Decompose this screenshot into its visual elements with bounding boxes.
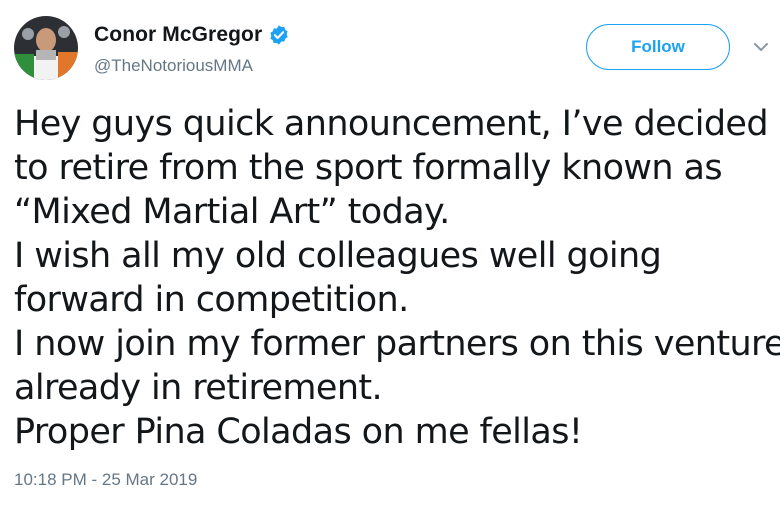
tweet-line: to retire from the sport formally known … (14, 148, 723, 188)
tweet-line: I wish all my old colleagues well going (14, 236, 662, 276)
tweet-line: Hey guys quick announcement, I’ve decide… (14, 104, 769, 144)
display-name[interactable]: Conor McGregor (94, 23, 262, 47)
tweet-timestamp[interactable]: 10:18 PM - 25 Mar 2019 (14, 470, 197, 490)
user-handle[interactable]: @TheNotoriousMMA (94, 56, 253, 76)
chevron-down-icon[interactable] (752, 40, 770, 54)
tweet-line: already in retirement. (14, 368, 383, 408)
name-row: Conor McGregor (94, 23, 290, 47)
tweet-line: Proper Pina Coladas on me fellas! (14, 412, 583, 452)
verified-badge-icon (268, 24, 290, 46)
tweet-line: “Mixed Martial Art” today. (14, 192, 450, 232)
tweet-text: Hey guys quick announcement, I’ve decide… (14, 102, 780, 454)
tweet-card: Conor McGregor @TheNotoriousMMA Follow H… (0, 0, 780, 508)
avatar[interactable] (14, 16, 78, 80)
tweet-line: I now join my former partners on this ve… (14, 324, 780, 364)
tweet-line: forward in competition. (14, 280, 409, 320)
follow-button[interactable]: Follow (586, 24, 730, 70)
